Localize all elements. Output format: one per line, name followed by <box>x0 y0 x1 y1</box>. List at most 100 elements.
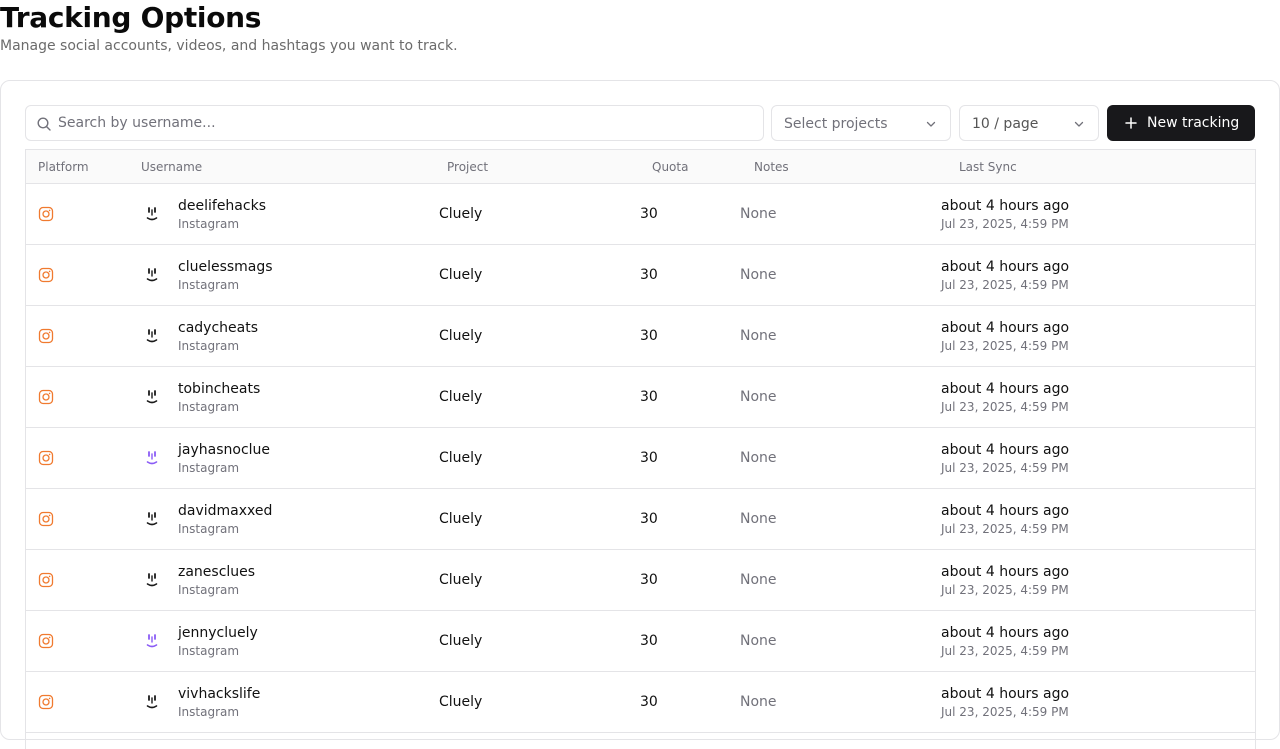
last-sync-relative: about 4 hours ago <box>941 625 1070 641</box>
username-platform: Instagram <box>178 339 240 353</box>
username[interactable]: jennycluely <box>178 624 258 642</box>
column-header-last-sync[interactable]: Last Sync <box>959 159 1017 175</box>
purple-smiley-avatar <box>146 634 158 648</box>
last-sync-relative: about 4 hours ago <box>941 686 1070 702</box>
smiley-avatar <box>146 329 158 343</box>
username-platform: Instagram <box>178 705 240 719</box>
username[interactable]: vivhackslife <box>178 685 260 703</box>
project-cell: Cluely <box>439 206 483 222</box>
notes-cell: None <box>740 328 777 344</box>
projects-select-label: Select projects <box>784 116 888 132</box>
column-header-quota[interactable]: Quota <box>652 159 688 175</box>
quota-cell: 30 <box>640 206 658 222</box>
new-tracking-button-label: New tracking <box>1147 115 1240 131</box>
chevron-down-icon <box>926 121 936 127</box>
last-sync-timestamp: Jul 23, 2025, 4:59 PM <box>941 278 1069 292</box>
last-sync-relative: about 4 hours ago <box>941 442 1070 458</box>
table-row[interactable]: cadycheats Instagram Cluely 30 None about 4 h… <box>26 306 1255 367</box>
quota-cell: 30 <box>640 633 658 649</box>
table-row[interactable]: jayhasnoclue Instagram Cluely 30 None about 4… <box>26 428 1255 489</box>
page-subtitle: Manage social accounts, videos, and hash… <box>0 38 458 54</box>
project-cell: Cluely <box>439 328 483 344</box>
project-cell: Cluely <box>439 633 483 649</box>
notes-cell: None <box>740 694 777 710</box>
instagram-icon <box>38 511 54 527</box>
last-sync-timestamp: Jul 23, 2025, 4:59 PM <box>941 461 1069 475</box>
column-header-username[interactable]: Username <box>141 159 202 175</box>
instagram-icon <box>38 572 54 588</box>
last-sync-timestamp: Jul 23, 2025, 4:59 PM <box>941 339 1069 353</box>
last-sync-timestamp: Jul 23, 2025, 4:59 PM <box>941 705 1069 719</box>
last-sync-relative: about 4 hours ago <box>941 564 1070 580</box>
notes-cell: None <box>740 633 777 649</box>
last-sync-timestamp: Jul 23, 2025, 4:59 PM <box>941 583 1069 597</box>
instagram-icon <box>38 206 54 222</box>
quota-cell: 30 <box>640 267 658 283</box>
instagram-icon <box>38 633 54 649</box>
notes-cell: None <box>740 511 777 527</box>
plus-icon <box>1125 117 1137 129</box>
project-cell: Cluely <box>439 511 483 527</box>
column-header-project[interactable]: Project <box>447 159 488 175</box>
table-row[interactable]: jennycluely Instagram Cluely 30 None about 4 … <box>26 611 1255 672</box>
project-cell: Cluely <box>439 450 483 466</box>
quota-cell: 30 <box>640 511 658 527</box>
username[interactable]: cadycheats <box>178 319 258 337</box>
username[interactable]: zanesclues <box>178 563 255 581</box>
last-sync-relative: about 4 hours ago <box>941 503 1070 519</box>
projects-select[interactable]: Select projects <box>771 105 951 141</box>
notes-cell: None <box>740 267 777 283</box>
last-sync-relative: about 4 hours ago <box>941 320 1070 336</box>
last-sync-timestamp: Jul 23, 2025, 4:59 PM <box>941 522 1069 536</box>
instagram-icon <box>38 328 54 344</box>
chevron-down-icon <box>1074 121 1084 127</box>
project-cell: Cluely <box>439 389 483 405</box>
search-icon <box>37 117 51 131</box>
search-input[interactable] <box>58 107 748 139</box>
username-platform: Instagram <box>178 522 240 536</box>
smiley-avatar <box>146 573 158 587</box>
username-platform: Instagram <box>178 583 240 597</box>
notes-cell: None <box>740 450 777 466</box>
username-platform: Instagram <box>178 461 240 475</box>
column-header-notes[interactable]: Notes <box>754 159 789 175</box>
last-sync-timestamp: Jul 23, 2025, 4:59 PM <box>941 644 1069 658</box>
table-row[interactable]: cluelessmags Instagram Cluely 30 None about 4… <box>26 245 1255 306</box>
last-sync-timestamp: Jul 23, 2025, 4:59 PM <box>941 400 1069 414</box>
table-row[interactable]: zanesclues Instagram Cluely 30 None about 4 h… <box>26 550 1255 611</box>
smiley-avatar <box>146 207 158 221</box>
page-size-select[interactable]: 10 / page <box>959 105 1099 141</box>
project-cell: Cluely <box>439 267 483 283</box>
username-platform: Instagram <box>178 278 240 292</box>
last-sync-relative: about 4 hours ago <box>941 259 1070 275</box>
project-cell: Cluely <box>439 694 483 710</box>
table-row[interactable]: deelifehacks Instagram Cluely 30 None about 4… <box>26 184 1255 245</box>
quota-cell: 30 <box>640 450 658 466</box>
quota-cell: 30 <box>640 694 658 710</box>
toolbar: Select projects 10 / page New tracking <box>25 105 1256 141</box>
username[interactable]: cluelessmags <box>178 258 273 276</box>
instagram-icon <box>38 694 54 710</box>
notes-cell: None <box>740 572 777 588</box>
notes-cell: None <box>740 206 777 222</box>
table-row[interactable]: davidmaxxed Instagram Cluely 30 None about 4 … <box>26 489 1255 550</box>
username[interactable]: tobincheats <box>178 380 260 398</box>
username[interactable]: deelifehacks <box>178 197 266 215</box>
quota-cell: 30 <box>640 389 658 405</box>
notes-cell: None <box>740 389 777 405</box>
table-row[interactable]: tobincheats Instagram Cluely 30 None about 4 … <box>26 367 1255 428</box>
username[interactable]: jayhasnoclue <box>178 441 270 459</box>
page-size-select-label: 10 / page <box>972 116 1039 132</box>
search-box <box>25 105 764 141</box>
column-header-platform[interactable]: Platform <box>38 159 89 175</box>
tracking-table: Platform Username Project Quota Notes La… <box>25 149 1256 749</box>
project-cell: Cluely <box>439 572 483 588</box>
username[interactable]: davidmaxxed <box>178 502 272 520</box>
last-sync-relative: about 4 hours ago <box>941 198 1070 214</box>
quota-cell: 30 <box>640 572 658 588</box>
new-tracking-button[interactable]: New tracking <box>1107 105 1255 141</box>
purple-smiley-avatar <box>146 451 158 465</box>
smiley-avatar <box>146 512 158 526</box>
table-row[interactable]: vivhackslife Instagram Cluely 30 None about 4… <box>26 672 1255 733</box>
table-header: Platform Username Project Quota Notes La… <box>26 150 1255 184</box>
